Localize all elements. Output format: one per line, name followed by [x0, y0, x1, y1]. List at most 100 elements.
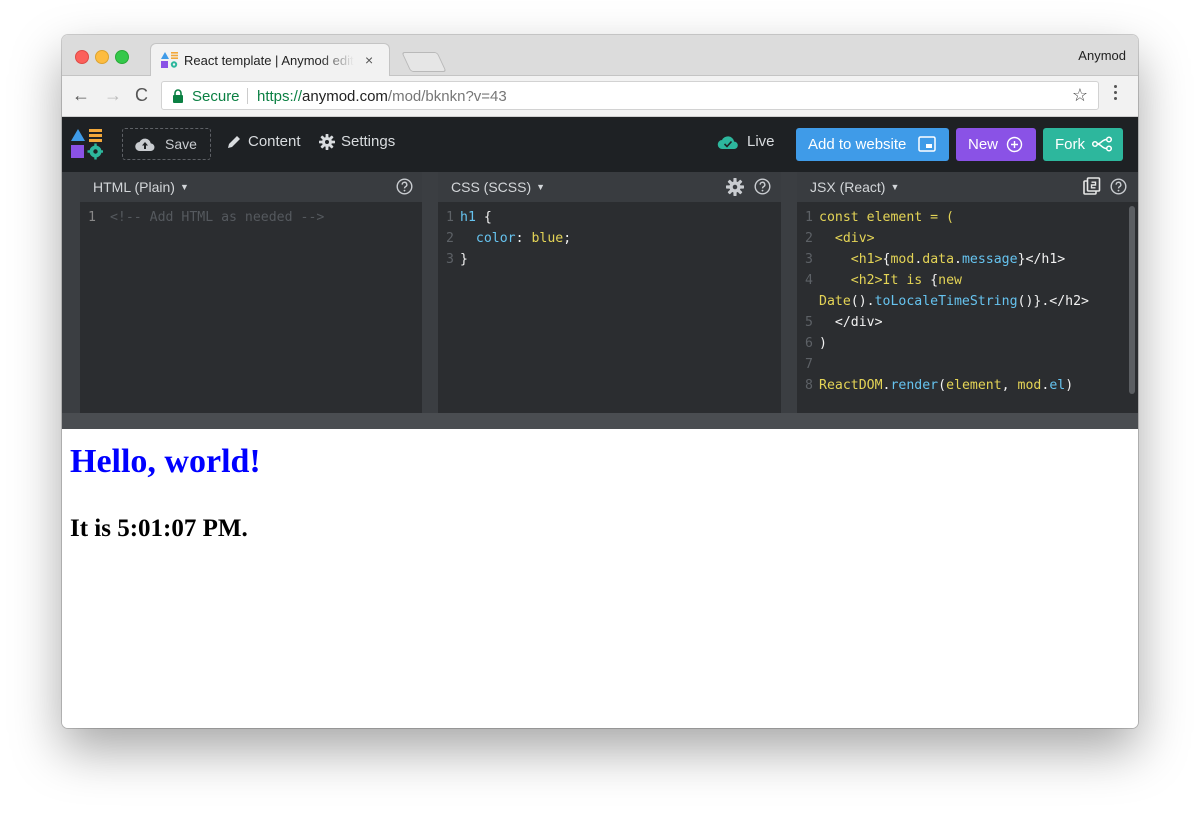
gear-icon[interactable] [726, 178, 744, 196]
css-property: color [475, 231, 516, 246]
fork-label: Fork [1055, 136, 1085, 153]
bookmark-star-icon[interactable]: ☆ [1072, 85, 1088, 106]
line-number: 5 [805, 315, 813, 330]
html-mode-dropdown[interactable]: HTML (Plain) ▼ [93, 179, 189, 195]
code-ident: data [922, 252, 955, 267]
gear-icon [319, 134, 335, 150]
cloud-upload-icon [135, 138, 155, 152]
url-scheme: https:// [257, 88, 303, 105]
lock-icon [173, 89, 183, 103]
code-ident: message [961, 252, 1018, 267]
url-host: anymod.com [302, 88, 388, 105]
profile-name[interactable]: Anymod [1078, 48, 1126, 63]
browser-tab[interactable]: React template | Anymod editor × [150, 43, 390, 76]
code-ident: mod [890, 252, 915, 267]
fork-button[interactable]: Fork [1043, 128, 1123, 161]
line-number: 1 [805, 210, 813, 225]
code-keyword: new [938, 273, 962, 288]
maximize-window-button[interactable] [115, 50, 129, 64]
settings-label: Settings [341, 133, 396, 150]
preview-pane: Hello, world! It is 5:01:07 PM. [62, 429, 1138, 728]
caret-down-icon: ▼ [536, 182, 546, 192]
forward-arrow-icon[interactable]: → [104, 85, 122, 105]
code-method: toLocaleTimeString [874, 294, 1018, 309]
cloud-check-icon [717, 136, 738, 150]
html-pane-header: HTML (Plain) ▼ [80, 172, 422, 202]
css-pane-header: CSS (SCSS) ▼ [438, 172, 781, 202]
line-number: 8 [805, 378, 813, 393]
css-code-editor[interactable]: 1 h1 { 2 color: blue; 3} [438, 202, 781, 413]
jsx-tag: <div> [834, 231, 875, 246]
kebab-menu-icon[interactable] [1114, 85, 1118, 103]
code-line: 3 <h1>{mod.data.message}</h1> [797, 249, 1138, 270]
code-line: 3} [438, 249, 781, 270]
pencil-icon [228, 136, 240, 148]
code-punct: } [460, 252, 468, 267]
jsx-mode-dropdown[interactable]: JSX (React) ▼ [810, 179, 899, 195]
live-button[interactable]: Live [717, 133, 777, 153]
line-number: 3 [446, 252, 454, 267]
new-label: New [968, 136, 999, 153]
code-method: render [890, 378, 939, 393]
line-number: 3 [805, 252, 813, 267]
help-icon[interactable] [1110, 178, 1127, 195]
help-icon[interactable] [396, 178, 413, 195]
settings-button[interactable]: Settings [319, 133, 399, 153]
caret-down-icon: ▼ [890, 182, 900, 192]
save-button[interactable]: Save [122, 128, 211, 160]
code-comment: <!-- Add HTML as needed --> [109, 210, 325, 225]
preview-subheading: It is 5:01:07 PM. [70, 515, 248, 542]
code-punct: : [515, 231, 532, 246]
line-number: 6 [805, 336, 813, 351]
new-tab-button[interactable] [401, 52, 447, 72]
code-ident: element [946, 378, 1002, 393]
add-to-website-button[interactable]: Add to website [796, 128, 949, 161]
jsx-tag: </div> [834, 315, 883, 330]
tab-title: React template | Anymod editor [184, 53, 354, 68]
url-text[interactable]: https://anymod.com/mod/bknkn?v=43 [257, 88, 507, 105]
minimize-window-button[interactable] [95, 50, 109, 64]
css-mode-dropdown[interactable]: CSS (SCSS) ▼ [451, 179, 545, 195]
help-icon[interactable] [754, 178, 771, 195]
fork-branch-icon [1091, 136, 1113, 152]
content-button[interactable]: Content [226, 133, 306, 153]
css-value: blue [531, 231, 564, 246]
preview-heading: Hello, world! [70, 443, 261, 480]
browser-window: React template | Anymod editor × Anymod … [62, 35, 1138, 728]
code-line: 4 <h2>It is {new [797, 270, 1138, 291]
close-window-button[interactable] [75, 50, 89, 64]
jsx-code-editor[interactable]: 1 const element = ( 2 <div> 3 <h1>{mod.da… [797, 202, 1138, 413]
code-line: 8 ReactDOM.render(element, mod.el) [797, 375, 1138, 396]
jsx-pane-header: JSX (React) ▼ [797, 172, 1138, 202]
new-button[interactable]: New [956, 128, 1036, 161]
jsx-pane: JSX (React) ▼ 1 const element = ( 2 <div> … [797, 172, 1138, 429]
address-divider [247, 88, 248, 104]
code-punct: { [930, 273, 939, 288]
resize-handle[interactable] [62, 413, 1138, 429]
html-pane: HTML (Plain) ▼ 1 <!-- Add HTML as needed … [80, 172, 422, 429]
address-bar[interactable]: Secure https://anymod.com/mod/bknkn?v=43… [161, 81, 1099, 110]
css-selector: h1 [460, 210, 476, 225]
code-class: Date [819, 294, 851, 309]
css-pane-title: CSS (SCSS) [451, 179, 532, 195]
code-punct: } [1017, 252, 1026, 267]
app-header: Save Content Settings Live Add to websit… [62, 117, 1138, 172]
add-to-website-label: Add to website [808, 136, 907, 153]
tab-close-icon[interactable]: × [365, 52, 373, 68]
anymod-logo-icon[interactable] [71, 128, 103, 160]
code-punct: (). [850, 294, 875, 309]
tab-strip: React template | Anymod editor × Anymod [62, 35, 1138, 76]
jsx-pane-title: JSX (React) [810, 179, 886, 195]
code-line: 1 <!-- Add HTML as needed --> [80, 207, 422, 228]
browser-toolbar: ← → C Secure https://anymod.com/mod/bknk… [62, 76, 1138, 117]
code-punct: ()}. [1017, 294, 1050, 309]
copy-icon[interactable] [1083, 177, 1101, 195]
back-arrow-icon[interactable]: ← [72, 85, 90, 105]
html-code-editor[interactable]: 1 <!-- Add HTML as needed --> [80, 202, 422, 413]
code-line: 1 h1 { [438, 207, 781, 228]
plus-circle-icon [1006, 136, 1023, 153]
code-line: 2 color: blue; [438, 228, 781, 249]
line-number: 2 [446, 231, 454, 246]
jsx-scrollbar[interactable] [1129, 206, 1135, 394]
reload-icon[interactable]: C [135, 85, 148, 105]
